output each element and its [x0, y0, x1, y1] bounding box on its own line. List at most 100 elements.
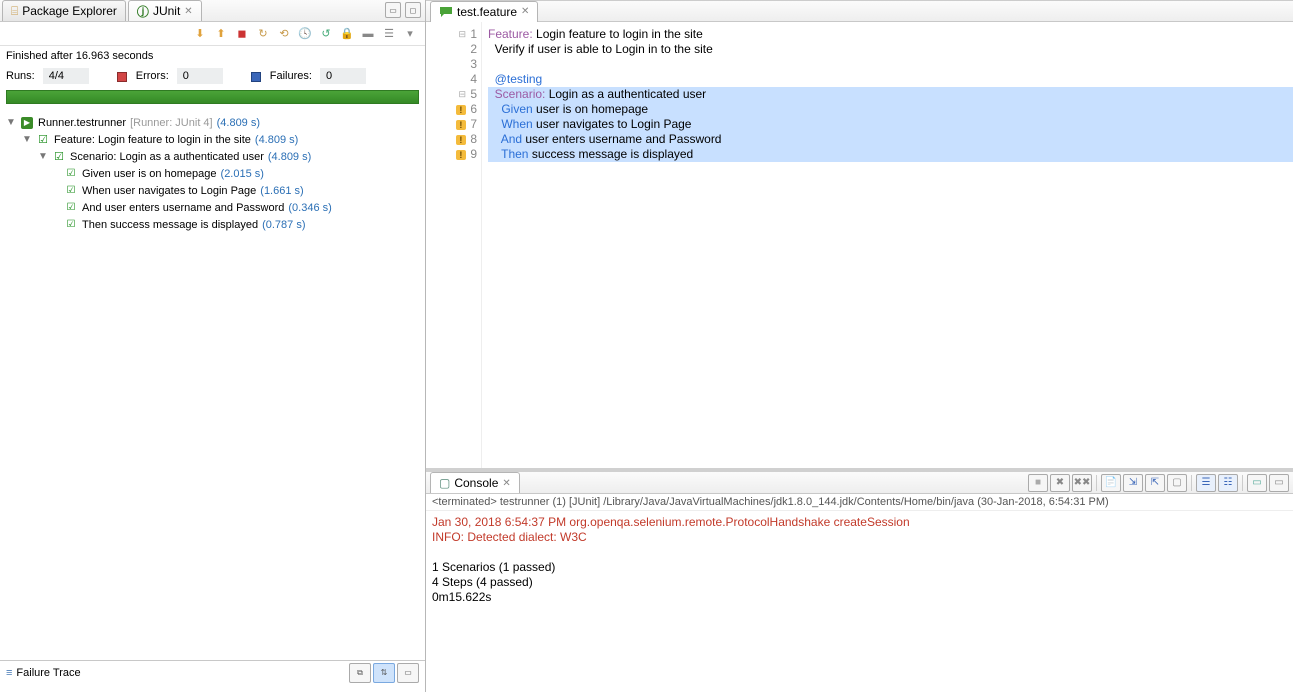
editor-code[interactable]: Feature: Login feature to login in the s…	[482, 22, 1293, 468]
kw-step: Then	[501, 147, 528, 161]
tab-package-explorer[interactable]: ⌸ Package Explorer	[2, 0, 126, 21]
prev-failure-icon[interactable]: ⬆	[212, 25, 230, 43]
maximize-view-button[interactable]: ◻	[405, 2, 421, 18]
fold-icon[interactable]: ⊟	[458, 87, 466, 102]
terminate-button[interactable]: ■	[1028, 474, 1048, 492]
editor-and-console-pane: test.feature ✕ ⊟1 2 3 4 ⊟5 6 7 8 9 Featu…	[426, 0, 1293, 692]
rerun-failed-icon[interactable]: ⟲	[275, 25, 293, 43]
fold-icon[interactable]: ⊟	[458, 27, 466, 42]
console-line	[432, 545, 1287, 560]
console-menu-button[interactable]: ▭	[1269, 474, 1289, 492]
editor-body[interactable]: ⊟1 2 3 4 ⊟5 6 7 8 9 Feature: Login featu…	[426, 22, 1293, 468]
console-line: INFO: Detected dialect: W3C	[432, 530, 1287, 545]
console-tab[interactable]: ▢ Console ✕	[430, 472, 520, 493]
feature-icon: ☑	[36, 133, 50, 147]
next-failure-icon[interactable]: ⬇	[191, 25, 209, 43]
failures-label: Failures:	[270, 70, 312, 82]
tree-step[interactable]: ☑ Given user is on homepage (2.015 s)	[6, 165, 419, 182]
warning-icon[interactable]	[456, 135, 466, 145]
tree-scenario[interactable]: ▼ ☑ Scenario: Login as a authenticated u…	[6, 148, 419, 165]
tab-label: JUnit	[153, 4, 180, 18]
tree-step[interactable]: ☑ When user navigates to Login Page (1.6…	[6, 182, 419, 199]
show-console-button[interactable]: ☰	[1196, 474, 1216, 492]
line-number: 1	[470, 27, 477, 42]
failures-icon	[251, 72, 261, 82]
runner-icon: ▶	[21, 117, 33, 129]
step-pass-icon: ☑	[64, 167, 78, 181]
kw-feature: Feature:	[488, 27, 533, 41]
step-time: (0.787 s)	[262, 219, 305, 231]
filter-stack-button[interactable]: ⇅	[373, 663, 395, 683]
line-number: 3	[470, 57, 477, 72]
tree-step[interactable]: ☑ And user enters username and Password …	[6, 199, 419, 216]
close-icon[interactable]: ✕	[502, 478, 510, 489]
open-console-button[interactable]: ☷	[1218, 474, 1238, 492]
remove-all-button[interactable]: ✖✖	[1072, 474, 1092, 492]
console-icon: ▢	[439, 476, 450, 490]
scroll-lock-icon[interactable]: 🔒	[338, 25, 356, 43]
scenario-icon: ☑	[52, 150, 66, 164]
step-pass-icon: ☑	[64, 218, 78, 232]
junit-icon: ⓙ	[137, 3, 149, 20]
scenario-time: (4.809 s)	[268, 151, 311, 163]
tab-junit[interactable]: ⓙ JUnit ✕	[128, 0, 202, 21]
junit-test-tree[interactable]: ▼ ▶ Runner.testrunner [Runner: JUnit 4] …	[0, 108, 425, 660]
tab-label: Package Explorer	[22, 4, 117, 18]
clear-console-button[interactable]: 📄	[1101, 474, 1121, 492]
scroll-lock-button[interactable]: ⇲	[1123, 474, 1143, 492]
stop-icon[interactable]: ◼	[233, 25, 251, 43]
tree-icon[interactable]: ☰	[380, 25, 398, 43]
root-time: (4.809 s)	[217, 117, 260, 129]
rerun-icon[interactable]: ↻	[254, 25, 272, 43]
remove-launch-button[interactable]: ✖	[1050, 474, 1070, 492]
code-text: user navigates to Login Page	[533, 117, 692, 131]
pin-console-button[interactable]: ⇱	[1145, 474, 1165, 492]
step-name: And user enters username and Password	[82, 202, 284, 214]
expand-icon[interactable]: ▼	[6, 117, 16, 128]
step-name: When user navigates to Login Page	[82, 185, 256, 197]
console-output[interactable]: Jan 30, 2018 6:54:37 PM org.openqa.selen…	[426, 511, 1293, 692]
warning-icon[interactable]	[456, 105, 466, 115]
tree-step[interactable]: ☑ Then success message is displayed (0.7…	[6, 216, 419, 233]
minimize-view-button[interactable]: ▭	[385, 2, 401, 18]
display-selected-button[interactable]: ▢	[1167, 474, 1187, 492]
lock-icon[interactable]: ↺	[317, 25, 335, 43]
kw-step: Given	[501, 102, 532, 116]
feature-name: Feature: Login feature to login in the s…	[54, 134, 251, 146]
warning-icon[interactable]	[456, 150, 466, 160]
kw-step: When	[501, 117, 532, 131]
new-console-button[interactable]: ▭	[1247, 474, 1267, 492]
layout-icon[interactable]: ▬	[359, 25, 377, 43]
step-name: Then success message is displayed	[82, 219, 258, 231]
console-view: ▢ Console ✕ ■ ✖ ✖✖ 📄 ⇲ ⇱ ▢ ☰ ☷ ▭ ▭ <te	[426, 468, 1293, 692]
junit-progress-wrap	[0, 86, 425, 108]
compare-button[interactable]: ⧉	[349, 663, 371, 683]
line-number: 5	[470, 87, 477, 102]
runs-value: 4/4	[43, 68, 89, 84]
expand-icon[interactable]: ▼	[22, 134, 32, 145]
close-icon[interactable]: ✕	[184, 6, 192, 17]
runs-label: Runs:	[6, 70, 35, 82]
line-number: 8	[470, 132, 477, 147]
editor-gutter: ⊟1 2 3 4 ⊟5 6 7 8 9	[426, 22, 482, 468]
failures-value: 0	[320, 68, 366, 84]
junit-toolbar: ⬇ ⬆ ◼ ↻ ⟲ 🕓 ↺ 🔒 ▬ ☰ ▾	[0, 22, 425, 46]
console-toolbar: ■ ✖ ✖✖ 📄 ⇲ ⇱ ▢ ☰ ☷ ▭ ▭	[1028, 474, 1289, 492]
editor-tab-test-feature[interactable]: test.feature ✕	[430, 1, 538, 22]
tree-feature[interactable]: ▼ ☑ Feature: Login feature to login in t…	[6, 131, 419, 148]
history-icon[interactable]: 🕓	[296, 25, 314, 43]
close-icon[interactable]: ✕	[521, 6, 529, 17]
junit-progress-bar	[6, 90, 419, 104]
console-line: 1 Scenarios (1 passed)	[432, 560, 1287, 575]
console-tab-label: Console	[454, 476, 498, 490]
failure-trace-header: ≡ Failure Trace ⧉ ⇅ ▭	[0, 660, 425, 684]
root-suffix: [Runner: JUnit 4]	[130, 117, 213, 129]
failure-trace-label: Failure Trace	[16, 667, 80, 679]
tree-root[interactable]: ▼ ▶ Runner.testrunner [Runner: JUnit 4] …	[6, 114, 419, 131]
expand-trace-button[interactable]: ▭	[397, 663, 419, 683]
package-explorer-icon: ⌸	[11, 4, 18, 19]
code-text: Verify if user is able to Login in to th…	[488, 42, 713, 56]
warning-icon[interactable]	[456, 120, 466, 130]
view-menu-icon[interactable]: ▾	[401, 25, 419, 43]
expand-icon[interactable]: ▼	[38, 151, 48, 162]
